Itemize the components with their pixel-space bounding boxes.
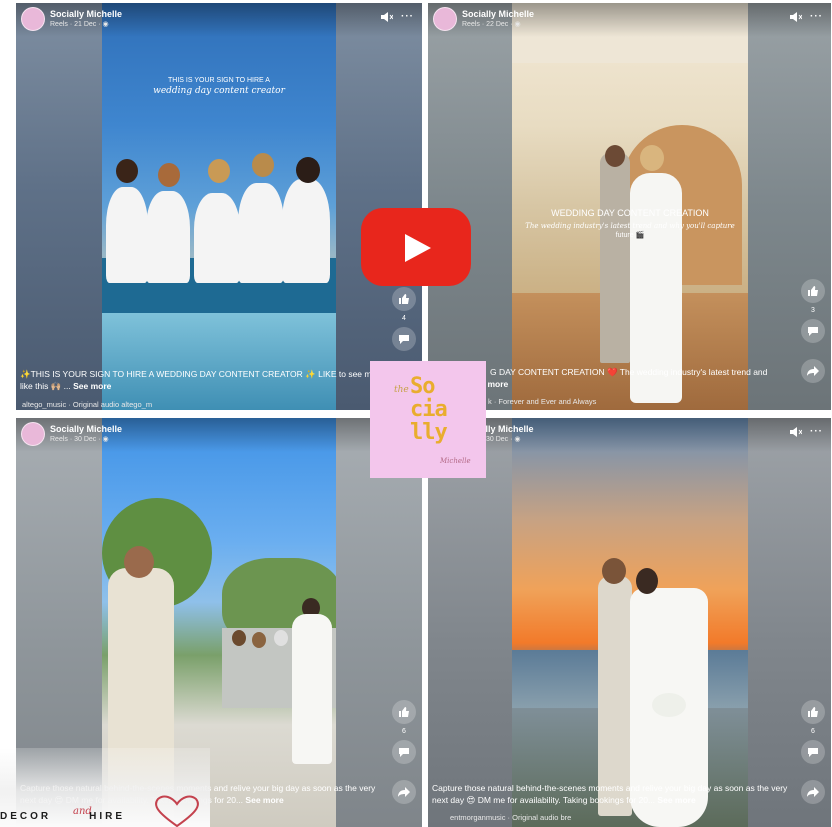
reel-video-2[interactable]: WEDDING DAY CONTENT CREATION The wedding…	[512, 3, 748, 410]
comment-icon[interactable]	[801, 740, 825, 764]
like-icon[interactable]	[392, 700, 416, 724]
groom	[600, 153, 630, 363]
poster-name[interactable]: Socially Michelle	[462, 9, 534, 19]
avatar[interactable]	[433, 7, 457, 31]
poster-bar: ially Michelle 30 Dec · ◉ ···	[428, 418, 831, 452]
like-count: 6	[402, 728, 406, 735]
poster-name[interactable]: Socially Michelle	[50, 424, 122, 434]
like-icon[interactable]	[801, 279, 825, 303]
pool-water	[102, 313, 336, 410]
reel-caption: Capture those natural behind-the-scenes …	[432, 783, 788, 805]
group-photo	[102, 153, 336, 283]
see-more-link[interactable]: See more	[73, 381, 111, 391]
reel-video-4[interactable]	[512, 418, 748, 827]
globe-icon: ◉	[514, 436, 521, 443]
globe-icon: ◉	[514, 21, 521, 28]
reel-card-2[interactable]: WEDDING DAY CONTENT CREATION The wedding…	[428, 3, 831, 410]
video-overlay-title: WEDDING DAY CONTENT CREATION	[551, 208, 709, 218]
sound-icon[interactable]	[790, 11, 803, 22]
post-meta: Reels · 30 Dec · ◉	[50, 436, 109, 443]
play-icon	[405, 234, 431, 262]
like-count: 3	[811, 307, 815, 314]
comment-icon[interactable]	[392, 740, 416, 764]
like-icon[interactable]	[801, 700, 825, 724]
decor-and-hire-logo: DECOR HIRE and	[0, 748, 260, 827]
globe-icon: ◉	[102, 436, 109, 443]
sound-icon[interactable]	[790, 426, 803, 437]
heart-icon	[155, 795, 199, 827]
poster-bar: Socially Michelle Reels · 21 Dec · ◉ ···	[16, 3, 422, 37]
see-more-link[interactable]: See more	[657, 795, 695, 805]
avatar[interactable]	[21, 422, 45, 446]
share-icon[interactable]	[801, 780, 825, 804]
reel-card-1[interactable]: THIS IS YOUR SIGN TO HIRE A wedding day …	[16, 3, 422, 410]
post-meta: Reels · 22 Dec · ◉	[462, 21, 521, 28]
audio-track[interactable]: altego_music · Original audio altego_m	[22, 400, 152, 409]
socially-michelle-logo: the So cia lly Michelle	[370, 361, 486, 478]
reel-caption-line2: le more	[478, 378, 678, 390]
reel-caption: G DAY CONTENT CREATION ❤️ The wedding in…	[490, 367, 768, 377]
reel-card-4[interactable]: ially Michelle 30 Dec · ◉ ··· 6 Capture …	[428, 418, 831, 827]
like-icon[interactable]	[392, 287, 416, 311]
poster-bar: Socially Michelle Reels · 30 Dec · ◉	[16, 418, 422, 452]
bride	[292, 614, 332, 764]
comment-icon[interactable]	[801, 319, 825, 343]
globe-icon: ◉	[102, 21, 109, 28]
comment-icon[interactable]	[392, 327, 416, 351]
sound-icon[interactable]	[381, 11, 394, 22]
like-count: 6	[811, 728, 815, 735]
reel-caption: ✨THIS IS YOUR SIGN TO HIRE A WEDDING DAY…	[20, 369, 411, 391]
post-meta: 30 Dec · ◉	[486, 436, 521, 443]
poster-bar: Socially Michelle Reels · 22 Dec · ◉ ···	[428, 3, 831, 37]
video-overlay-subtitle: The wedding industry's latest trend and …	[525, 222, 735, 230]
audio-track[interactable]: k · Forever and Ever and Always	[488, 397, 596, 406]
reels-collage: THIS IS YOUR SIGN TO HIRE A wedding day …	[0, 0, 832, 827]
groom	[598, 576, 632, 816]
audio-track[interactable]: entmorganmusic · Original audio bre	[450, 813, 571, 822]
reel-video-1[interactable]: THIS IS YOUR SIGN TO HIRE A wedding day …	[102, 3, 336, 410]
poster-name[interactable]: ially Michelle	[478, 424, 534, 434]
poster-name[interactable]: Socially Michelle	[50, 9, 122, 19]
avatar[interactable]	[21, 7, 45, 31]
like-count: 4	[402, 315, 406, 322]
video-overlay-line3: future 🎬	[615, 232, 645, 239]
video-overlay-title: THIS IS YOUR SIGN TO HIRE A	[168, 77, 270, 84]
bouquet	[652, 693, 686, 717]
share-icon[interactable]	[392, 780, 416, 804]
more-icon[interactable]: ···	[810, 426, 823, 437]
post-meta: Reels · 21 Dec · ◉	[50, 21, 109, 28]
more-icon[interactable]: ···	[810, 11, 823, 22]
video-overlay-subtitle: wedding day content creator	[153, 86, 285, 96]
youtube-play-button[interactable]	[361, 208, 471, 286]
more-icon[interactable]: ···	[401, 11, 414, 22]
